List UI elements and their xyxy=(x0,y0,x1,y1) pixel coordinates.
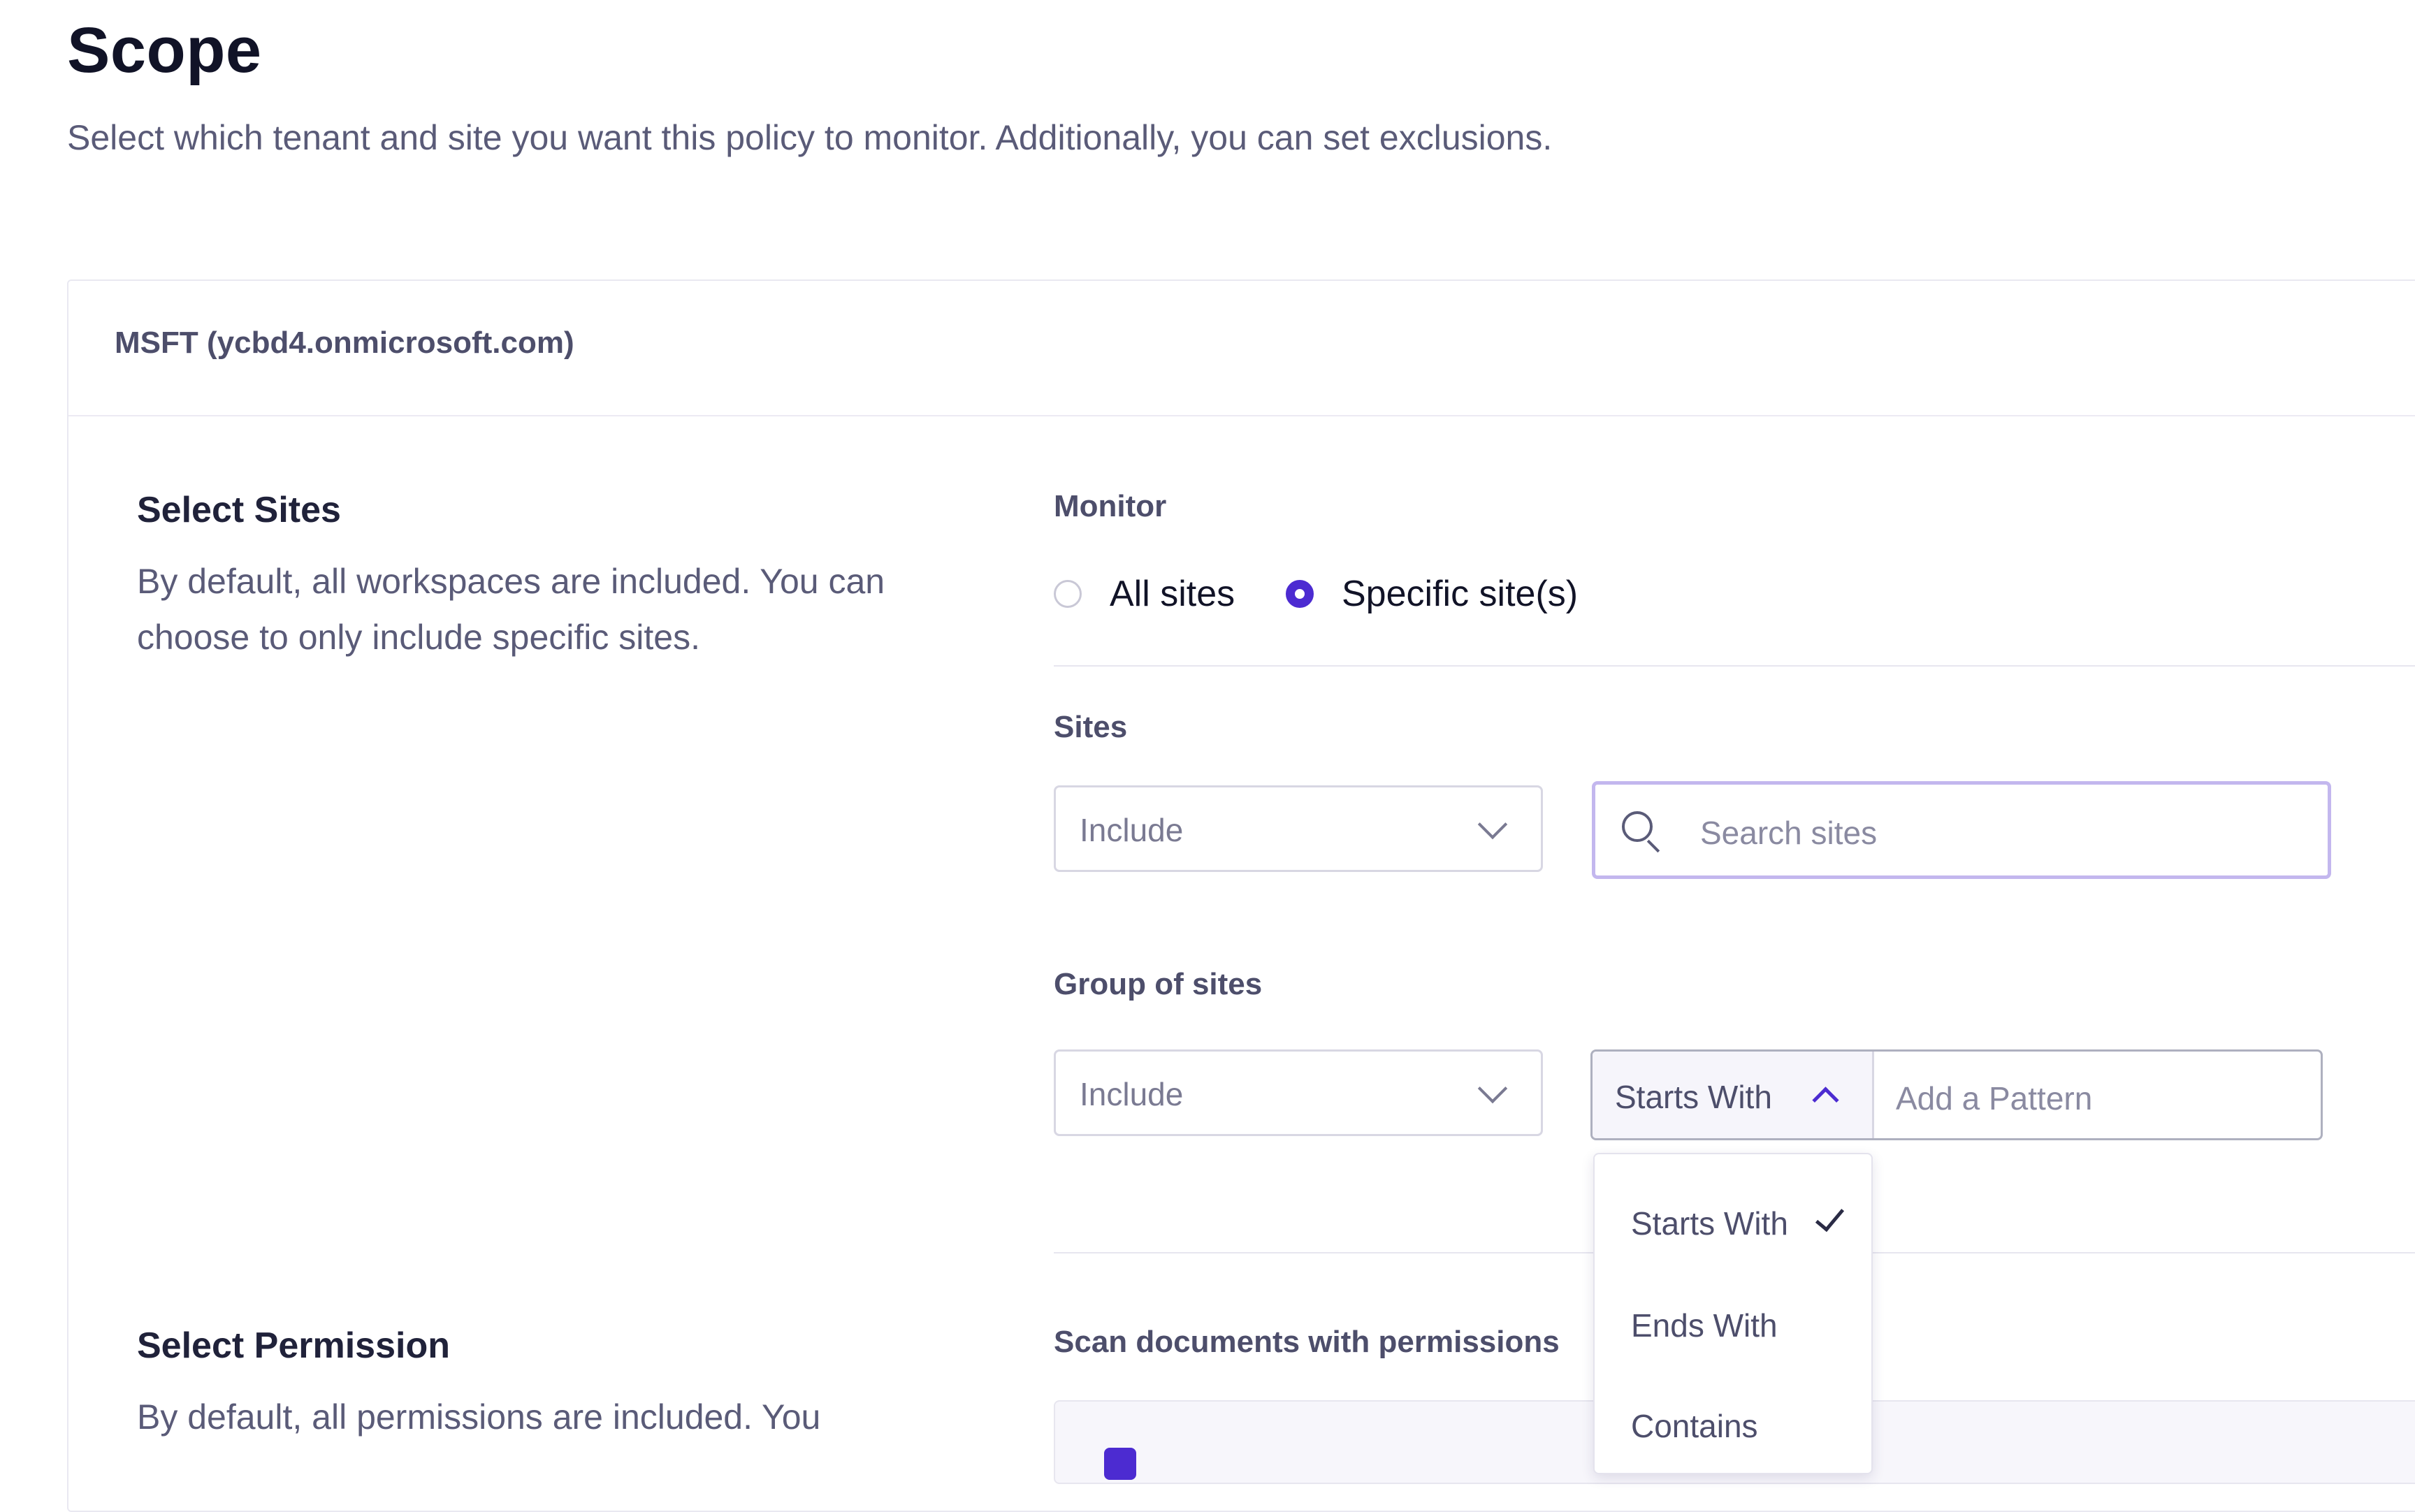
chevron-up-icon xyxy=(1812,1086,1839,1114)
sites-include-select[interactable]: Include xyxy=(1054,785,1543,872)
select-permission-description: By default, all permissions are included… xyxy=(137,1397,821,1437)
menu-item-label: Ends With xyxy=(1631,1307,1778,1344)
page-title: Scope xyxy=(67,15,262,86)
menu-item-label: Starts With xyxy=(1631,1205,1788,1242)
radio-specific-sites[interactable]: Specific site(s) xyxy=(1286,573,1607,615)
chevron-down-icon xyxy=(1477,809,1508,840)
pattern-operator-value: Starts With xyxy=(1615,1079,1772,1115)
menu-item-label: Contains xyxy=(1631,1408,1758,1444)
radio-all-sites-indicator[interactable] xyxy=(1054,580,1082,608)
monitor-label: Monitor xyxy=(1054,489,1167,523)
section-divider xyxy=(1054,665,2415,667)
scan-permissions-label: Scan documents with permissions xyxy=(1054,1325,1560,1359)
select-sites-description: By default, all workspaces are included.… xyxy=(137,562,885,657)
pattern-operator-select[interactable]: Starts With xyxy=(1593,1052,1874,1138)
page-subtitle: Select which tenant and site you want th… xyxy=(67,118,1553,157)
search-sites-input[interactable]: Search sites xyxy=(1592,781,2331,879)
radio-specific-sites-label: Specific site(s) xyxy=(1342,574,1579,614)
search-icon xyxy=(1622,811,1664,853)
radio-all-sites[interactable]: All sites xyxy=(1054,573,1263,615)
radio-specific-sites-indicator[interactable] xyxy=(1286,580,1314,608)
menu-item-contains[interactable]: Contains xyxy=(1595,1385,1871,1462)
pattern-operator-menu: Starts With Ends With Contains xyxy=(1593,1153,1873,1474)
sites-label: Sites xyxy=(1054,710,1128,744)
group-include-value: Include xyxy=(1080,1076,1184,1112)
menu-item-starts-with[interactable]: Starts With xyxy=(1595,1182,1871,1259)
menu-item-ends-with[interactable]: Ends With xyxy=(1595,1284,1871,1361)
select-permission-title: Select Permission xyxy=(137,1325,450,1366)
check-icon xyxy=(1815,1201,1845,1233)
select-sites-title: Select Sites xyxy=(137,490,341,530)
pattern-input[interactable]: Add a Pattern xyxy=(1896,1080,2092,1117)
tenant-name: MSFT (ycbd4.onmicrosoft.com) xyxy=(115,326,574,360)
radio-all-sites-label: All sites xyxy=(1110,574,1235,614)
group-of-sites-label: Group of sites xyxy=(1054,967,1263,1001)
group-include-select[interactable]: Include xyxy=(1054,1049,1543,1136)
sites-include-value: Include xyxy=(1080,812,1184,848)
search-sites-placeholder: Search sites xyxy=(1700,815,1878,851)
chevron-down-icon xyxy=(1477,1073,1508,1104)
permission-checkbox[interactable] xyxy=(1104,1448,1136,1480)
pattern-input-group: Starts With Add a Pattern xyxy=(1590,1049,2323,1140)
